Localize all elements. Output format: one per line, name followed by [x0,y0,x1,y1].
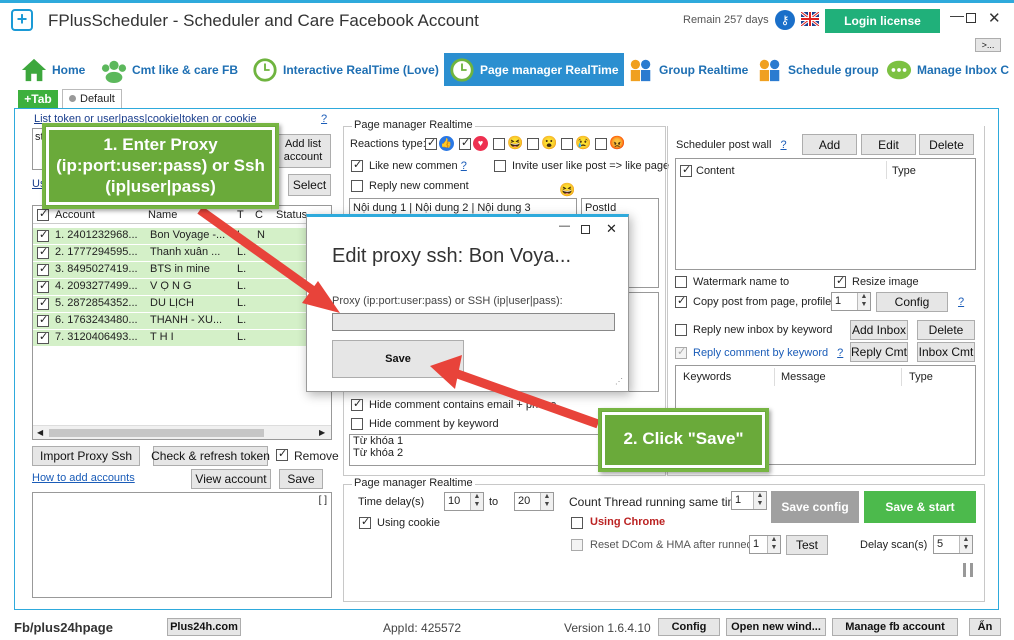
hide-button[interactable]: Ẩn [969,618,1001,636]
open-new-window-button[interactable]: Open new wind... [726,618,826,636]
fb-page-label: Fb/plus24hpage [14,620,113,635]
manage-fb-account-button[interactable]: Manage fb account [832,618,958,636]
arrow-1-shaft [197,206,325,301]
version-label: Version 1.6.4.10 [564,621,651,635]
arrow-2-shaft [450,367,600,429]
annotation-arrows [197,206,600,429]
arrow-2-head [430,355,462,389]
annotation-step-2: 2. Click "Save" [598,408,769,472]
annotation-step-1: 1. Enter Proxy (ip:port:user:pass) or Ss… [42,123,279,209]
config-status-button[interactable]: Config [658,618,720,636]
status-bar: Fb/plus24hpage Plus24h.com AppId: 425572… [0,616,1014,640]
appid-label: AppId: 425572 [383,621,462,635]
site-button[interactable]: Plus24h.com [167,618,241,636]
